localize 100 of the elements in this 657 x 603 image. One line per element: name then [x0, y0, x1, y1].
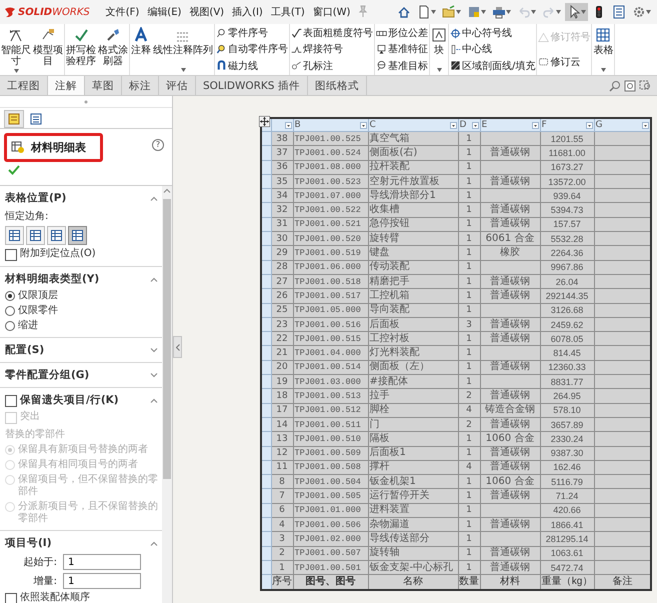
menu-item[interactable]: 编辑(E) — [147, 5, 182, 19]
row-header[interactable] — [261, 332, 271, 346]
ribbon-button[interactable]: 零件序号 — [216, 26, 288, 41]
ribbon-button[interactable]: 格式涂刷器 — [97, 24, 129, 75]
row-header[interactable] — [261, 202, 271, 218]
section-title[interactable]: 保留遗失项目/行(K) — [20, 393, 147, 407]
dropdown-icon[interactable] — [450, 122, 456, 128]
ribbon-button[interactable]: 线性注释阵列 — [152, 24, 214, 75]
ribbon-button[interactable]: 块 — [430, 24, 448, 75]
column-header[interactable]: B — [293, 118, 368, 132]
caret-icon[interactable] — [436, 68, 442, 72]
scroll-up-icon[interactable] — [163, 188, 171, 193]
caret-icon[interactable] — [600, 68, 606, 72]
column-header[interactable]: D — [458, 118, 480, 132]
collapse-handle[interactable] — [173, 336, 182, 358]
scrollbar-thumb[interactable] — [163, 199, 171, 479]
grip-icon[interactable] — [84, 100, 88, 104]
row-header[interactable] — [261, 346, 271, 360]
row-header[interactable] — [261, 217, 271, 232]
column-header[interactable]: F — [540, 118, 594, 132]
help-button[interactable]: ? — [152, 139, 164, 151]
row-header[interactable] — [261, 303, 271, 318]
caret-icon[interactable] — [581, 10, 586, 14]
search-icon[interactable] — [609, 80, 621, 92]
ribbon-button[interactable]: 注释 — [130, 24, 152, 75]
ribbon-button[interactable]: 表格 — [592, 24, 614, 75]
row-header[interactable] — [261, 417, 271, 432]
row-header[interactable] — [261, 432, 271, 446]
ribbon-button[interactable]: 孔标注 — [291, 58, 373, 74]
ribbon-button[interactable]: 拼写检验程序 — [65, 24, 97, 75]
dropdown-icon[interactable] — [642, 122, 649, 128]
home-icon[interactable] — [397, 5, 411, 19]
row-header[interactable] — [261, 132, 271, 146]
ribbon-button[interactable]: 修订云 — [538, 54, 590, 70]
tab[interactable]: 评估 — [159, 76, 196, 95]
row-header[interactable] — [261, 246, 271, 260]
ribbon-button[interactable]: 自动零件序号 — [216, 42, 288, 57]
ribbon-button[interactable]: 模型项目 — [32, 24, 64, 75]
column-header[interactable] — [271, 118, 293, 132]
chevron-down-icon[interactable] — [150, 372, 158, 378]
column-header[interactable]: G — [594, 118, 651, 132]
corner-button[interactable] — [47, 226, 66, 245]
caret-icon[interactable] — [14, 69, 18, 73]
document-icon[interactable] — [417, 5, 431, 19]
row-header[interactable] — [261, 288, 271, 304]
ribbon-button[interactable]: 中心线 — [450, 42, 536, 57]
section-title[interactable]: 表格位置(P) — [5, 191, 147, 205]
dropdown-icon[interactable] — [472, 122, 478, 128]
row-header[interactable] — [261, 146, 271, 160]
row-header[interactable] — [261, 546, 271, 560]
caret-icon[interactable] — [556, 10, 561, 14]
row-header[interactable] — [261, 460, 271, 475]
move-icon[interactable] — [259, 116, 270, 127]
row-header[interactable] — [261, 360, 271, 375]
ribbon-button[interactable]: 磁力线 — [216, 58, 288, 74]
caret-icon[interactable] — [456, 10, 461, 14]
row-header[interactable] — [261, 188, 271, 203]
radio-button[interactable] — [5, 321, 15, 331]
section-title[interactable]: 材料明细表类型(Y) — [5, 272, 147, 286]
input-field[interactable]: 1 — [63, 554, 141, 570]
corner-button[interactable] — [26, 226, 45, 245]
gear-icon[interactable] — [632, 5, 646, 19]
ribbon-button[interactable]: 表面粗糙度符号 — [291, 26, 373, 41]
checkbox[interactable] — [5, 593, 17, 603]
menu-item[interactable]: 视图(V) — [189, 5, 224, 19]
tab[interactable]: 草图 — [85, 76, 122, 95]
dropdown-icon[interactable] — [586, 122, 592, 128]
menu-item[interactable]: 工具(T) — [270, 5, 305, 19]
checkbox[interactable] — [5, 394, 17, 406]
tab[interactable]: 标注 — [122, 76, 159, 95]
menu-item[interactable]: 窗口(W) — [312, 5, 350, 19]
section-title[interactable]: 零件配置分组(G) — [5, 368, 147, 382]
row-header[interactable] — [261, 232, 271, 246]
tab[interactable]: 注解 — [48, 76, 85, 95]
caret-icon[interactable] — [481, 10, 486, 14]
menu-item[interactable]: 插入(I) — [232, 5, 263, 19]
ribbon-button[interactable]: 区域剖面线/填充 — [450, 58, 536, 74]
caret-icon[interactable] — [646, 10, 651, 14]
menu-item[interactable]: 文件(F) — [106, 5, 140, 19]
row-header[interactable] — [261, 503, 271, 518]
chevron-up-icon[interactable] — [150, 398, 158, 402]
row-header[interactable] — [261, 403, 271, 418]
row-header[interactable] — [261, 160, 271, 174]
ribbon-button[interactable]: 焊接符号 — [291, 42, 373, 57]
column-header[interactable]: C — [368, 118, 458, 132]
corner-button[interactable] — [68, 226, 87, 245]
chevron-up-icon[interactable] — [150, 196, 158, 200]
chevron-up-icon[interactable] — [150, 540, 158, 546]
row-header[interactable] — [261, 518, 271, 532]
row-header[interactable] — [261, 374, 271, 389]
row-header[interactable] — [261, 532, 271, 546]
row-header[interactable] — [261, 488, 271, 504]
scrollbar[interactable] — [162, 186, 172, 603]
row-header[interactable] — [261, 574, 271, 590]
section-title[interactable]: 配置(S) — [5, 343, 147, 357]
chevron-up-icon[interactable] — [150, 276, 158, 282]
tab[interactable]: 图纸格式 — [308, 76, 367, 95]
ribbon-button[interactable]: 基准特征 — [376, 42, 428, 57]
caret-icon[interactable] — [506, 10, 511, 14]
ribbon-button[interactable]: 智能尺寸 — [0, 24, 32, 75]
